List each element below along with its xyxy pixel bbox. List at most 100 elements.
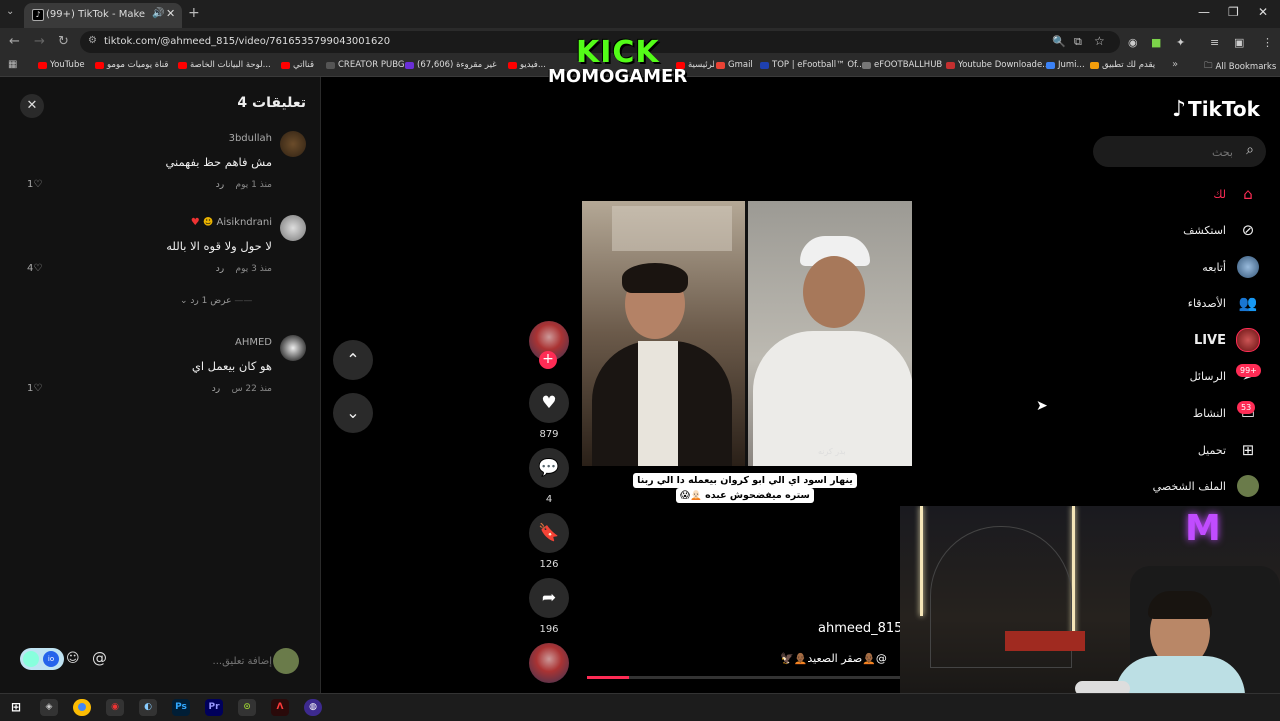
nav-foryou[interactable]: لك ⌂ <box>1213 180 1260 208</box>
next-video-button[interactable]: ⌄ <box>333 393 373 433</box>
nav-following[interactable]: أتابعه <box>1202 253 1260 281</box>
app-icon[interactable]: ◐ <box>139 699 157 716</box>
search-icon[interactable]: ⌕ <box>1246 142 1254 158</box>
extension-icon <box>23 651 39 667</box>
kick-logo: KICK <box>576 35 660 70</box>
youtube-icon <box>178 61 187 69</box>
camera-extension-icon[interactable]: ◉ <box>1128 36 1138 49</box>
comment-username[interactable]: AHMED <box>235 337 272 348</box>
bookmark-item[interactable]: CREATOR PUBG <box>326 60 404 70</box>
bookmark-item[interactable]: فيديو... <box>508 60 546 70</box>
minimize-icon[interactable]: — <box>1198 5 1210 19</box>
bookmark-item[interactable]: Youtube Downloade... <box>946 60 1050 70</box>
reload-icon[interactable]: ↻ <box>58 34 69 49</box>
bookmark-item[interactable]: eFOOTBALLHUB <box>862 60 942 70</box>
speaker-icon[interactable]: 🔊 <box>152 8 164 19</box>
video-left-frame <box>582 201 745 466</box>
comment-like[interactable]: 1♡ <box>27 383 42 394</box>
zoom-icon[interactable]: 🔍 <box>1052 35 1066 48</box>
creator-icon <box>326 61 335 69</box>
bookmark-item[interactable]: Gmail <box>716 60 753 70</box>
more-bookmarks-icon[interactable]: » <box>1172 59 1178 70</box>
comment-like[interactable]: 4♡ <box>27 263 42 274</box>
forward-icon[interactable]: → <box>34 34 45 49</box>
app-icon[interactable]: ⊙ <box>238 699 256 716</box>
share-button[interactable]: ➦ <box>529 578 569 618</box>
video-description[interactable]: @🧑🏾‍🦲صقر الصعيد🧑🏾‍🦲🦅 <box>780 652 887 665</box>
apps-grid-icon[interactable]: ▦ <box>8 59 17 70</box>
all-bookmarks[interactable]: 🗀 All Bookmarks <box>1204 60 1276 74</box>
reply-button[interactable]: رد <box>216 180 224 190</box>
video-author[interactable]: ahmeed_815 <box>818 621 902 636</box>
nav-explore[interactable]: استكشف ⊘ <box>1183 216 1260 244</box>
bookmark-item[interactable]: TOP | eFootball™ Of... <box>760 60 865 70</box>
tab-list-icon[interactable]: ⌄ <box>6 6 14 17</box>
tab-close-icon[interactable]: ✕ <box>166 7 175 20</box>
nav-live[interactable]: LIVE <box>1194 326 1260 354</box>
comment-bubble-icon: 💬 <box>538 458 560 478</box>
webcam-overlay: M <box>900 506 1280 693</box>
search-box[interactable]: ⌕ <box>1093 136 1266 169</box>
heart-emoji-icon: ♥ <box>190 217 200 228</box>
comment-username[interactable]: 3bdullah <box>229 133 272 144</box>
bookmark-item[interactable]: قناة يوميات مومو <box>95 60 168 70</box>
site-info-icon[interactable]: ⚙ <box>88 35 97 46</box>
bookmark-item[interactable]: YouTube <box>38 60 85 70</box>
view-replies-button[interactable]: ⌄ عرض 1 رد —— <box>180 296 252 306</box>
avatar[interactable] <box>280 131 306 157</box>
bookmark-item[interactable]: لوحة البيانات الخاصة... <box>178 60 271 70</box>
avatar[interactable] <box>280 335 306 361</box>
app-icon[interactable]: ◉ <box>106 699 124 716</box>
nav-friends[interactable]: الأصدقاء 👥 <box>1188 289 1260 317</box>
follow-plus-button[interactable]: + <box>539 351 557 369</box>
app-icon[interactable]: Ʌ <box>271 699 289 716</box>
colorful-extension-icon[interactable]: ■ <box>1151 36 1161 49</box>
new-tab-icon[interactable]: + <box>188 5 200 21</box>
browser-tab[interactable]: ♪ (99+) TikTok - Make Your Da 🔊 ✕ <box>24 3 182 28</box>
tiktok-note-icon: ♪ <box>1172 97 1187 122</box>
install-icon[interactable]: ⧉ <box>1074 35 1082 49</box>
app-icon[interactable]: ◈ <box>40 699 58 716</box>
comment-username[interactable]: ♥ ☻ Aisikndrani <box>191 217 272 228</box>
video-progress-bar[interactable] <box>587 676 907 679</box>
extension-pill[interactable]: io <box>20 648 64 670</box>
bookmark-item[interactable]: Jumi... <box>1046 60 1085 70</box>
bookmark-star-icon[interactable]: ☆ <box>1094 34 1105 48</box>
comment-button[interactable]: 💬 <box>529 448 569 488</box>
video-player[interactable]: بدر كرنه <box>582 201 912 466</box>
close-comments-button[interactable]: ✕ <box>20 94 44 118</box>
nav-upload[interactable]: تحميل ⊞ <box>1198 436 1260 464</box>
back-icon[interactable]: ← <box>9 34 20 49</box>
search-input[interactable] <box>1103 136 1235 169</box>
reply-button[interactable]: رد <box>216 264 224 274</box>
nav-profile[interactable]: الملف الشخصي <box>1153 472 1260 500</box>
menu-icon[interactable]: ⋮ <box>1262 36 1273 49</box>
extensions-icon[interactable]: ✦ <box>1176 36 1185 49</box>
media-controls-icon[interactable]: ≡ <box>1210 36 1219 49</box>
share-arrow-icon: ➦ <box>541 588 557 608</box>
chrome-icon[interactable] <box>73 699 91 716</box>
bookmark-item[interactable]: قنااتي <box>281 60 314 70</box>
bookmark-item[interactable]: يقدم لك تطبيق <box>1090 60 1155 70</box>
windows-start-icon[interactable]: ⊞ <box>7 699 25 716</box>
bookmark-icon: 🔖 <box>538 523 560 543</box>
profile-icon[interactable]: ▣ <box>1234 36 1244 49</box>
comment-input[interactable] <box>60 648 274 674</box>
premiere-icon[interactable]: Pr <box>205 699 223 716</box>
person-shirt <box>753 331 912 466</box>
window-close-icon[interactable]: ✕ <box>1258 5 1268 19</box>
avatar[interactable] <box>280 215 306 241</box>
previous-video-button[interactable]: ⌃ <box>333 340 373 380</box>
photoshop-icon[interactable]: Ps <box>172 699 190 716</box>
streamer-shirt <box>1115 656 1245 693</box>
bookmark-item[interactable]: (67,606) غير مقروءة <box>405 60 497 70</box>
music-disc[interactable] <box>529 643 569 683</box>
app-icon[interactable]: ◍ <box>304 699 322 716</box>
save-button[interactable]: 🔖 <box>529 513 569 553</box>
tiktok-logo[interactable]: ♪ TikTok <box>1172 97 1260 122</box>
restore-icon[interactable]: ❐ <box>1228 5 1239 19</box>
comment-like[interactable]: 1♡ <box>27 179 42 190</box>
reply-button[interactable]: رد <box>212 384 220 394</box>
user-avatar[interactable] <box>273 648 299 674</box>
like-button[interactable]: ♥ <box>529 383 569 423</box>
